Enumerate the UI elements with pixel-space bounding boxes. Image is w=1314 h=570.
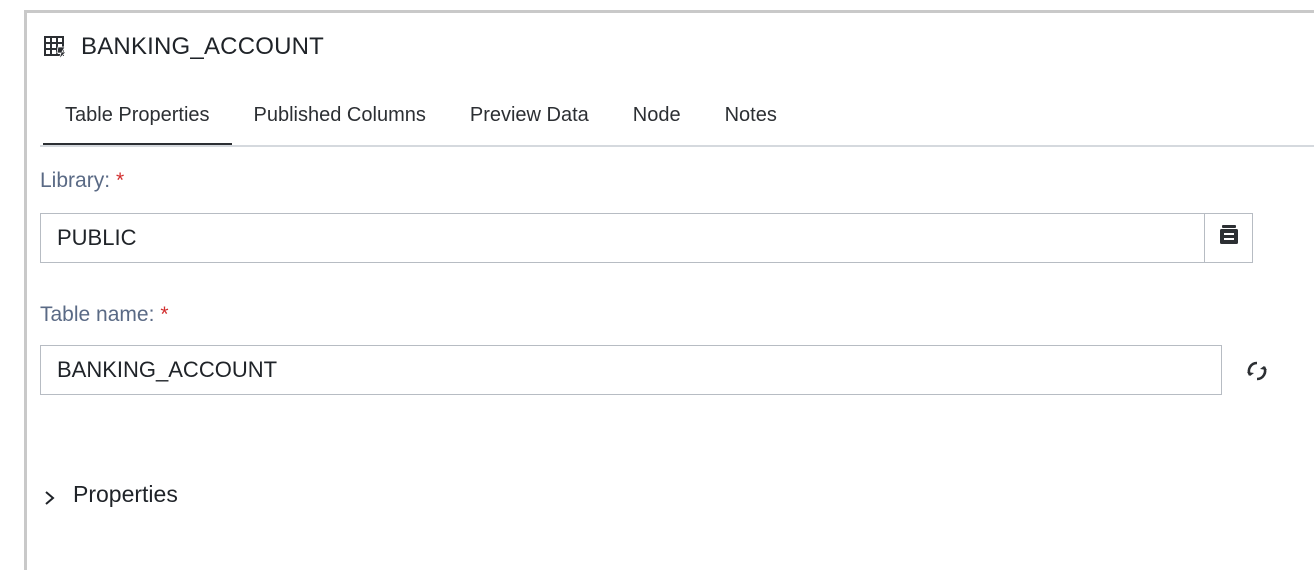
tab-notes[interactable]: Notes (703, 93, 799, 143)
tab-preview-data[interactable]: Preview Data (448, 93, 611, 143)
table-name-value[interactable]: BANKING_ACCOUNT (57, 357, 1221, 383)
properties-expander[interactable]: Properties (43, 481, 178, 508)
tab-published-columns[interactable]: Published Columns (232, 93, 448, 143)
tab-node[interactable]: Node (611, 93, 703, 143)
required-marker: * (160, 303, 169, 326)
panel-header: BANKING_ACCOUNT (43, 33, 324, 61)
table-name-label: Table name: * (40, 303, 169, 327)
properties-label: Properties (73, 481, 178, 507)
library-label-text: Library: (40, 169, 111, 192)
tab-bar: Table Properties Published Columns Previ… (43, 93, 799, 149)
required-marker: * (116, 169, 125, 192)
refresh-icon[interactable] (1244, 358, 1270, 384)
tab-divider (40, 145, 1314, 147)
library-browse-icon (1217, 223, 1241, 253)
table-icon (43, 35, 67, 60)
panel-title: BANKING_ACCOUNT (81, 33, 325, 60)
chevron-right-icon (43, 486, 57, 505)
table-name-field[interactable]: BANKING_ACCOUNT (40, 345, 1222, 395)
table-name-label-text: Table name: (40, 303, 155, 326)
table-properties-panel: BANKING_ACCOUNT Table Properties Publish… (24, 10, 1314, 570)
tab-table-properties[interactable]: Table Properties (43, 93, 232, 145)
library-browse-button[interactable] (1204, 214, 1252, 262)
library-label: Library: * (40, 169, 124, 193)
library-value[interactable]: PUBLIC (57, 225, 1204, 251)
library-field[interactable]: PUBLIC (40, 213, 1253, 263)
